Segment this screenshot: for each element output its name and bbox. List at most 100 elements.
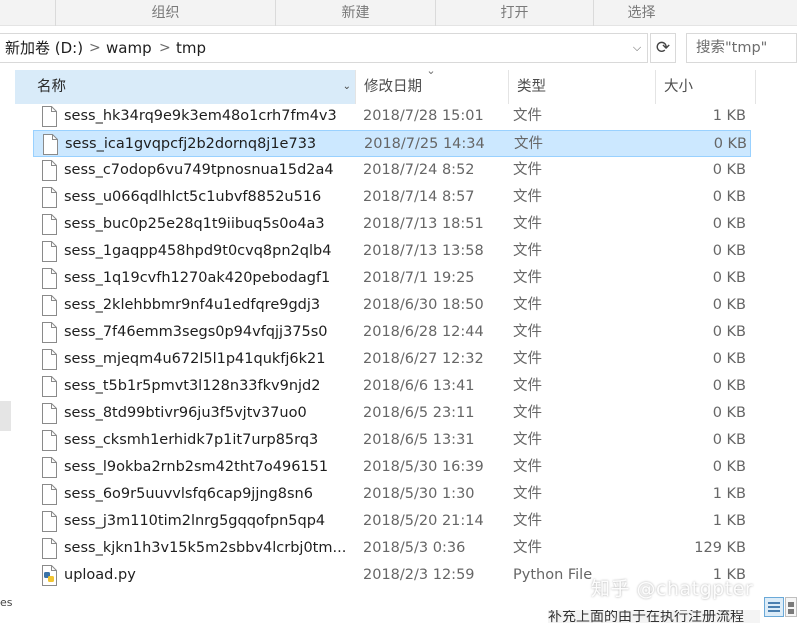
file-size: 1 KB <box>712 108 746 124</box>
large-icons-view-icon <box>788 602 794 614</box>
nav-pane-scroll-marker[interactable] <box>0 401 11 431</box>
file-type: 文件 <box>513 432 542 448</box>
search-input[interactable]: 搜索"tmp" <box>686 33 797 63</box>
breadcrumb[interactable]: 新加卷 (D:) > wamp > tmp ⌵ <box>0 33 648 63</box>
file-icon <box>42 430 57 451</box>
file-date: 2018/6/28 12:44 <box>363 324 484 340</box>
file-row[interactable]: sess_7f46emm3segs0p94vfqjj375s0 2018/6/28… <box>33 319 751 346</box>
file-date: 2018/5/30 16:39 <box>363 459 484 475</box>
file-icon <box>42 295 57 316</box>
file-type: 文件 <box>513 162 542 178</box>
file-size: 0 KB <box>712 378 746 394</box>
file-name: sess_6o9r5uuvvlsfq6cap9jjng8sn6 <box>64 486 313 502</box>
file-size: 0 KB <box>712 324 746 340</box>
file-icon <box>42 457 57 478</box>
breadcrumb-wamp[interactable]: wamp <box>106 34 152 62</box>
file-row[interactable]: sess_6o9r5uuvvlsfq6cap9jjng8sn6 2018/5/30… <box>33 481 751 508</box>
breadcrumb-separator-icon[interactable]: > <box>89 34 101 62</box>
file-row[interactable]: sess_mjeqm4u672l5l1p41qukfj6k21 2018/6/27… <box>33 346 751 373</box>
ribbon-group-organize: 组织 <box>55 0 275 26</box>
file-type: 文件 <box>513 459 542 475</box>
file-name: sess_buc0p25e28q1t9iibuq5s0o4a3 <box>64 216 325 232</box>
file-name: sess_mjeqm4u672l5l1p41qukfj6k21 <box>64 351 326 367</box>
file-row[interactable]: sess_kjkn1h3v15k5m2sbbv4lcrbj0tm... 2018/… <box>33 535 751 562</box>
refresh-button[interactable]: ⟳ <box>650 33 676 63</box>
file-name: sess_j3m110tim2lnrg5gqqofpn5qp4 <box>64 513 326 529</box>
file-name: sess_u066qdlhlct5c1ubvf8852u516 <box>64 189 322 205</box>
file-row[interactable]: sess_8td99btivr96ju3f5vjtv37uo0 2018/6/5 … <box>33 400 751 427</box>
file-size: 0 KB <box>712 405 746 421</box>
file-icon <box>42 349 57 370</box>
ribbon-group-select: 选择 <box>593 0 689 26</box>
file-icon <box>42 106 57 127</box>
file-date: 2018/7/13 18:51 <box>363 216 484 232</box>
file-icon <box>42 376 57 397</box>
file-row[interactable]: sess_1q19cvfh1270ak420pebodagf1 2018/7/1 … <box>33 265 751 292</box>
file-type: 文件 <box>513 540 542 556</box>
file-icon <box>42 241 57 262</box>
file-row[interactable]: sess_2klehbbmr9nf4u1edfqre9gdj3 2018/6/30… <box>33 292 751 319</box>
column-date[interactable]: 修改日期 <box>356 70 509 104</box>
file-row[interactable]: sess_u066qdlhlct5c1ubvf8852u516 2018/7/14… <box>33 184 751 211</box>
file-date: 2018/7/28 15:01 <box>363 108 484 124</box>
file-row[interactable]: sess_j3m110tim2lnrg5gqqofpn5qp4 2018/5/20… <box>33 508 751 535</box>
column-size[interactable]: 大小 <box>656 70 756 104</box>
breadcrumb-drive[interactable]: 新加卷 (D:) <box>5 34 83 62</box>
breadcrumb-separator-icon[interactable]: > <box>159 34 171 62</box>
file-icon <box>42 268 57 289</box>
file-name: sess_8td99btivr96ju3f5vjtv37uo0 <box>64 405 307 421</box>
file-date: 2018/7/14 8:57 <box>363 189 475 205</box>
file-name: sess_2klehbbmr9nf4u1edfqre9gdj3 <box>64 297 321 313</box>
file-name: sess_1gaqpp458hpd9t0cvq8pn2qlb4 <box>64 243 332 259</box>
breadcrumb-tmp[interactable]: tmp <box>176 34 206 62</box>
file-name: sess_cksmh1erhidk7p1it7urp85rq3 <box>64 432 319 448</box>
file-date: 2018/5/20 21:14 <box>363 513 484 529</box>
file-date: 2018/6/5 13:31 <box>363 432 475 448</box>
file-type: 文件 <box>513 405 542 421</box>
file-list: sess_hk34rq9e9k3em48o1crh7fm4v3 2018/7/28… <box>33 103 797 593</box>
column-name[interactable]: 名称 ⌄ <box>15 70 356 104</box>
file-row[interactable]: sess_t5b1r5pmvt3l128n33fkv9njd2 2018/6/6 … <box>33 373 751 400</box>
file-type: 文件 <box>513 378 542 394</box>
python-file-icon <box>42 565 57 586</box>
file-row[interactable]: sess_c7odop6vu749tpnosnua15d2a4 2018/7/24… <box>33 157 751 184</box>
file-icon <box>42 214 57 235</box>
file-type: 文件 <box>513 270 542 286</box>
column-name-label: 名称 <box>37 79 66 95</box>
file-name: sess_c7odop6vu749tpnosnua15d2a4 <box>64 162 334 178</box>
column-type[interactable]: 类型 <box>509 70 656 104</box>
nav-item-fragment[interactable]: es <box>0 596 13 609</box>
file-row[interactable]: sess_cksmh1erhidk7p1it7urp85rq3 2018/6/5 … <box>33 427 751 454</box>
large-icons-view-button[interactable] <box>785 597 797 617</box>
file-name: sess_l9okba2rnb2sm42tht7o496151 <box>64 459 329 475</box>
refresh-icon: ⟳ <box>655 38 671 58</box>
details-view-button[interactable] <box>764 597 784 617</box>
file-date: 2018/7/24 8:52 <box>363 162 475 178</box>
file-type: 文件 <box>513 513 542 529</box>
file-size: 0 KB <box>712 351 746 367</box>
file-name: sess_hk34rq9e9k3em48o1crh7fm4v3 <box>64 108 337 124</box>
ribbon-captions: 组织 新建 打开 选择 <box>0 0 797 26</box>
file-size: 0 KB <box>712 459 746 475</box>
file-row[interactable]: sess_1gaqpp458hpd9t0cvq8pn2qlb4 2018/7/13… <box>33 238 751 265</box>
column-header: 名称 ⌄ ⌄ 修改日期 类型 大小 <box>15 65 797 104</box>
file-date: 2018/7/13 13:58 <box>363 243 484 259</box>
file-row[interactable]: sess_hk34rq9e9k3em48o1crh7fm4v3 2018/7/28… <box>33 103 751 130</box>
file-icon <box>42 511 57 532</box>
file-date: 2018/7/1 19:25 <box>363 270 475 286</box>
chevron-down-icon[interactable]: ⌄ <box>343 70 351 104</box>
file-date: 2018/6/6 13:41 <box>363 378 475 394</box>
file-name: sess_kjkn1h3v15k5m2sbbv4lcrbj0tm... <box>64 540 347 556</box>
file-size: 0 KB <box>712 432 746 448</box>
file-row[interactable]: sess_buc0p25e28q1t9iibuq5s0o4a3 2018/7/13… <box>33 211 751 238</box>
file-name: sess_ica1gvqpcfj2b2dornq8j1e733 <box>65 136 317 152</box>
file-size: 0 KB <box>712 297 746 313</box>
file-type: 文件 <box>513 297 542 313</box>
file-row[interactable]: sess_l9okba2rnb2sm42tht7o496151 2018/5/30… <box>33 454 751 481</box>
file-type: 文件 <box>514 136 543 152</box>
file-name: sess_t5b1r5pmvt3l128n33fkv9njd2 <box>64 378 321 394</box>
chevron-down-icon[interactable]: ⌵ <box>626 34 648 62</box>
file-type: 文件 <box>513 486 542 502</box>
file-size: 1 KB <box>712 513 746 529</box>
file-row-selected[interactable]: sess_ica1gvqpcfj2b2dornq8j1e733 2018/7/25… <box>33 130 751 157</box>
